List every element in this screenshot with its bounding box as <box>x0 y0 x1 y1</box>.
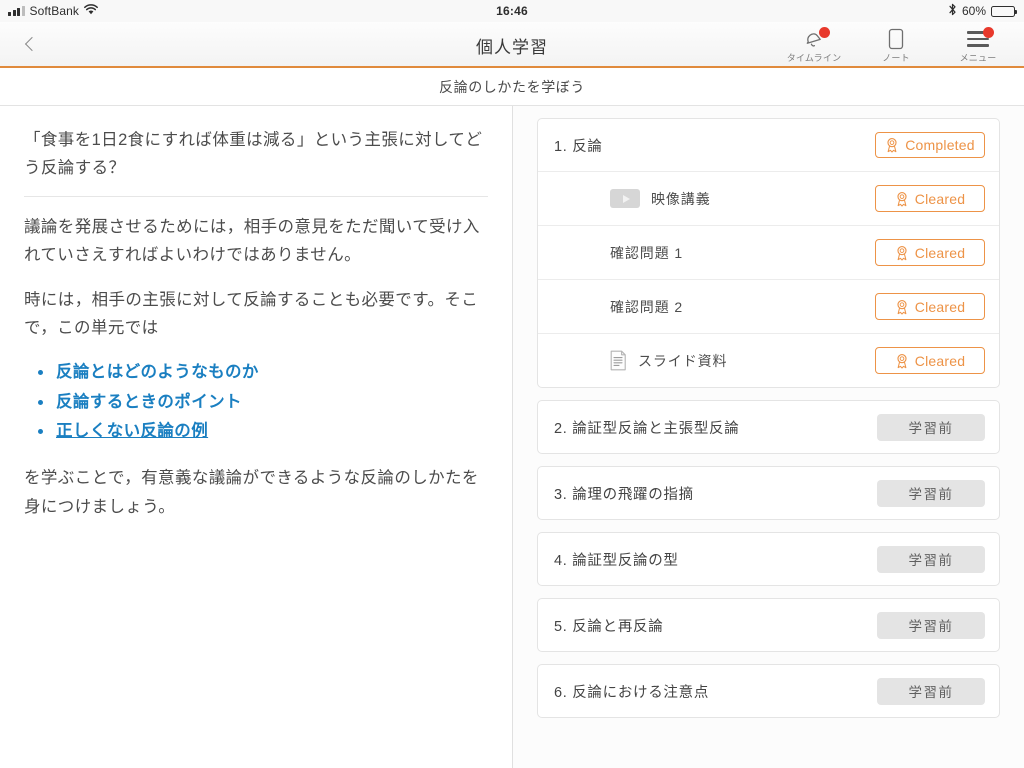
status-badge-label: Cleared <box>914 298 966 315</box>
back-button[interactable] <box>0 21 60 67</box>
notification-badge <box>819 27 830 38</box>
battery-icon <box>991 5 1017 17</box>
lesson-card[interactable]: 3. 論理の飛躍の指摘 学習前 <box>537 466 1000 520</box>
lesson-card[interactable]: 5. 反論と再反論 学習前 <box>537 598 1000 652</box>
battery-percent-label: 60% <box>961 4 986 18</box>
lesson-card[interactable]: 2. 論証型反論と主張型反論 学習前 <box>537 400 1000 454</box>
lesson-row-label: 映像講義 <box>651 190 711 207</box>
status-badge-cleared[interactable]: Cleared <box>875 347 985 374</box>
status-badge-label: Cleared <box>914 244 966 261</box>
chevron-left-icon <box>24 36 39 52</box>
lesson-card-row[interactable]: スライド資料 Cleared <box>538 333 999 387</box>
status-badge-label: 学習前 <box>908 685 954 700</box>
lesson-question: 「食事を1日2食にすれば体重は減る」という主張に対してどう反論する？ <box>24 131 483 178</box>
lesson-description-pane: 「食事を1日2食にすれば体重は減る」という主張に対してどう反論する？ 議論を発展… <box>0 106 513 768</box>
medal-icon <box>897 191 907 207</box>
status-badge-cleared[interactable]: Cleared <box>875 239 985 266</box>
status-badge-label: 学習前 <box>908 619 954 634</box>
lesson-card-row[interactable]: 確認問題 2 Cleared <box>538 279 999 333</box>
status-badge-not-started[interactable]: 学習前 <box>877 545 985 573</box>
lesson-card[interactable]: 1. 反論 Completed 映像講義 Cleared 確認問題 1 Cleared 確認… <box>537 118 1000 388</box>
status-badge-not-started[interactable]: 学習前 <box>877 479 985 507</box>
status-badge-not-started[interactable]: 学習前 <box>877 611 985 639</box>
note-icon <box>879 28 913 50</box>
lesson-topic-list: 反論とはどのようなものか 反論するときのポイント 正しくない反論の例 <box>24 358 488 446</box>
lesson-card-header[interactable]: 1. 反論 Completed <box>538 119 999 171</box>
lesson-card-title: 6. 反論における注意点 <box>554 684 710 701</box>
lesson-card-header[interactable]: 5. 反論と再反論 学習前 <box>538 599 999 651</box>
status-badge-completed[interactable]: Completed <box>875 132 985 158</box>
lesson-paragraph-3: を学ぶことで，有意義な議論ができるような反論のしかたを身につけましょう。 <box>24 469 479 516</box>
lesson-card-header[interactable]: 6. 反論における注意点 学習前 <box>538 665 999 717</box>
lesson-card-title: 2. 論証型反論と主張型反論 <box>554 420 740 437</box>
lesson-card-header[interactable]: 2. 論証型反論と主張型反論 学習前 <box>538 401 999 453</box>
lesson-row-main: 映像講義 <box>554 189 711 209</box>
status-badge-cleared[interactable]: Cleared <box>875 185 985 212</box>
nav-actions: タイムライン ノート メニュー <box>784 21 1024 67</box>
lesson-card[interactable]: 6. 反論における注意点 学習前 <box>537 664 1000 718</box>
play-icon <box>610 189 640 208</box>
bluetooth-icon <box>948 3 957 19</box>
document-icon <box>610 350 627 371</box>
lesson-card-title: 3. 論理の飛躍の指摘 <box>554 486 694 503</box>
navigation-bar: 個人学習 タイムライン ノート メニュー <box>0 22 1024 68</box>
timeline-label: タイムライン <box>786 53 842 63</box>
status-badge-not-started[interactable]: 学習前 <box>877 677 985 705</box>
status-badge-cleared[interactable]: Cleared <box>875 293 985 320</box>
status-badge-not-started[interactable]: 学習前 <box>877 413 985 441</box>
unit-title: 反論のしかたを学ぼう <box>439 78 585 95</box>
lesson-card-row[interactable]: 確認問題 1 Cleared <box>538 225 999 279</box>
note-label: ノート <box>882 53 910 63</box>
status-bar-right: 60% <box>948 0 1017 22</box>
menu-label: メニュー <box>959 53 997 63</box>
lesson-topic-link[interactable]: 反論とはどのようなものか <box>38 358 488 387</box>
medal-icon <box>897 353 907 369</box>
lesson-card-title: 1. 反論 <box>554 138 603 155</box>
lesson-row-label: スライド資料 <box>638 352 728 369</box>
note-button[interactable]: ノート <box>866 21 926 67</box>
medal-icon <box>897 299 907 315</box>
lesson-topic-label: 正しくない反論の例 <box>56 421 209 440</box>
lesson-topic-link[interactable]: 反論するときのポイント <box>38 388 488 417</box>
lesson-paragraph-1: 議論を発展させるためには，相手の意見をただ聞いて受け入れていさえすればよいわけで… <box>24 217 480 265</box>
app-root: SoftBank 16:46 60% 個人学習 タイムライン ノート メニュー … <box>0 0 1024 768</box>
content-area: 「食事を1日2食にすれば体重は減る」という主張に対してどう反論する？ 議論を発展… <box>0 106 1024 768</box>
status-badge-label: 学習前 <box>908 487 954 502</box>
lesson-row-main: 確認問題 1 <box>554 243 683 263</box>
lesson-paragraph-2: 時には，相手の主張に対して反論することも必要です。そこで，この単元では <box>24 290 479 337</box>
medal-icon <box>887 138 897 153</box>
lesson-row-main: 確認問題 2 <box>554 297 683 317</box>
bell-icon <box>797 27 831 50</box>
ios-status-bar: SoftBank 16:46 60% <box>0 0 1024 22</box>
status-badge-label: Completed <box>905 137 975 153</box>
lesson-card-title: 5. 反論と再反論 <box>554 618 664 635</box>
lesson-card-title: 4. 論証型反論の型 <box>554 552 679 569</box>
lesson-topic-label: 反論とはどのようなものか <box>56 363 259 382</box>
medal-icon <box>897 245 907 261</box>
status-badge-label: 学習前 <box>908 553 954 568</box>
lesson-row-label: 確認問題 1 <box>610 244 684 261</box>
menu-notification-badge <box>983 27 994 38</box>
lesson-card[interactable]: 4. 論証型反論の型 学習前 <box>537 532 1000 586</box>
lesson-row-label: 確認問題 2 <box>610 298 684 315</box>
status-badge-label: Cleared <box>914 190 966 207</box>
divider <box>24 195 488 197</box>
unit-title-bar: 反論のしかたを学ぼう <box>0 68 1024 106</box>
menu-button[interactable]: メニュー <box>948 21 1008 67</box>
lesson-row-main: スライド資料 <box>554 350 727 371</box>
lesson-topic-label: 反論するときのポイント <box>56 392 242 411</box>
lesson-topic-link[interactable]: 正しくない反論の例 <box>38 417 488 446</box>
status-bar-clock: 16:46 <box>496 4 528 18</box>
status-badge-label: Cleared <box>914 352 966 369</box>
status-badge-label: 学習前 <box>908 421 954 436</box>
timeline-button[interactable]: タイムライン <box>784 21 844 67</box>
lesson-card-header[interactable]: 3. 論理の飛躍の指摘 学習前 <box>538 467 999 519</box>
lesson-progress-pane: 1. 反論 Completed 映像講義 Cleared 確認問題 1 Cleared 確認… <box>513 106 1024 768</box>
lesson-card-row[interactable]: 映像講義 Cleared <box>538 171 999 225</box>
lesson-card-header[interactable]: 4. 論証型反論の型 学習前 <box>538 533 999 585</box>
menu-icon <box>961 27 995 50</box>
